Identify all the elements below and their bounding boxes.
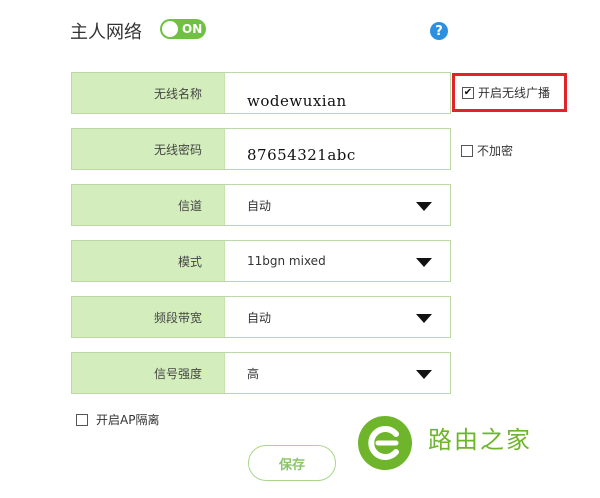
help-icon[interactable]: ? <box>430 22 448 40</box>
broadcast-option[interactable]: ✔ 开启无线广播 <box>462 84 550 101</box>
mode-select[interactable]: 11bgn mixed <box>225 241 450 281</box>
channel-label: 信道 <box>72 185 225 225</box>
network-toggle[interactable]: ON <box>160 19 206 39</box>
chevron-down-icon[interactable] <box>416 314 432 323</box>
password-row: 无线密码 87654321abc <box>71 128 451 170</box>
toggle-knob <box>162 21 178 37</box>
broadcast-label: 开启无线广播 <box>478 86 551 100</box>
broadcast-highlight: ✔ 开启无线广播 <box>452 73 567 112</box>
chevron-down-icon[interactable] <box>416 258 432 267</box>
signal-value: 高 <box>247 366 260 381</box>
bandwidth-label: 频段带宽 <box>72 297 225 337</box>
ssid-row: 无线名称 wodewuxian <box>71 72 451 114</box>
no-encrypt-option[interactable]: 不加密 <box>461 142 513 159</box>
ap-isolate-checkbox[interactable] <box>76 413 88 426</box>
channel-row: 信道 自动 <box>71 184 451 226</box>
no-encrypt-label: 不加密 <box>477 144 514 158</box>
page-title: 主人网络 <box>70 22 142 43</box>
save-button[interactable]: 保存 <box>248 445 336 481</box>
ap-isolate-label: 开启AP隔离 <box>96 413 160 427</box>
password-input[interactable]: 87654321abc <box>225 129 450 169</box>
mode-row: 模式 11bgn mixed <box>71 240 451 282</box>
signal-row: 信号强度 高 <box>71 352 451 394</box>
mode-value: 11bgn mixed <box>247 254 326 268</box>
bandwidth-value: 自动 <box>247 310 272 325</box>
channel-select[interactable]: 自动 <box>225 185 450 225</box>
mode-label: 模式 <box>72 241 225 281</box>
channel-value: 自动 <box>247 198 272 213</box>
password-label: 无线密码 <box>72 129 225 169</box>
toggle-label: ON <box>182 22 203 36</box>
bandwidth-row: 频段带宽 自动 <box>71 296 451 338</box>
no-encrypt-checkbox[interactable] <box>461 144 473 157</box>
watermark-logo-icon <box>358 416 412 470</box>
bandwidth-select[interactable]: 自动 <box>225 297 450 337</box>
watermark-text: 路由之家 <box>428 426 532 454</box>
signal-label: 信号强度 <box>72 353 225 393</box>
ssid-input[interactable]: wodewuxian <box>225 73 450 113</box>
ssid-label: 无线名称 <box>72 73 225 113</box>
broadcast-checkbox[interactable]: ✔ <box>462 86 474 99</box>
chevron-down-icon[interactable] <box>416 202 432 211</box>
signal-select[interactable]: 高 <box>225 353 450 393</box>
chevron-down-icon[interactable] <box>416 370 432 379</box>
ap-isolate-option[interactable]: 开启AP隔离 <box>76 411 159 428</box>
